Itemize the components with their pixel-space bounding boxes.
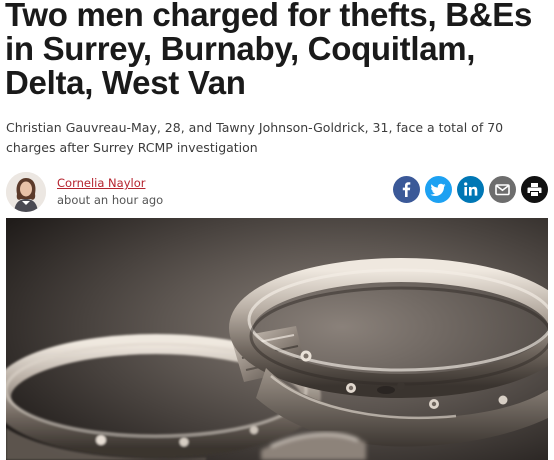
twitter-share-button[interactable] [425,176,452,203]
facebook-icon [402,182,411,197]
publish-time: about an hour ago [57,193,164,207]
author-link[interactable]: Cornelia Naylor [57,176,145,190]
share-bar [393,176,548,203]
handcuffs-image [6,218,548,460]
article: Two men charged for thefts, B&Es in Surr… [0,0,554,460]
byline: Cornelia Naylor about an hour ago [6,172,548,214]
print-icon [527,183,542,196]
author-avatar[interactable] [6,172,46,212]
facebook-share-button[interactable] [393,176,420,203]
linkedin-share-button[interactable] [457,176,484,203]
headline: Two men charged for thefts, B&Es in Surr… [5,0,533,101]
twitter-icon [430,183,446,196]
hero-image [6,218,548,460]
linkedin-icon [464,182,478,196]
email-share-button[interactable] [489,176,516,203]
subheadline: Christian Gauvreau-May, 28, and Tawny Jo… [6,120,504,155]
print-button[interactable] [521,176,548,203]
email-icon [495,184,510,196]
